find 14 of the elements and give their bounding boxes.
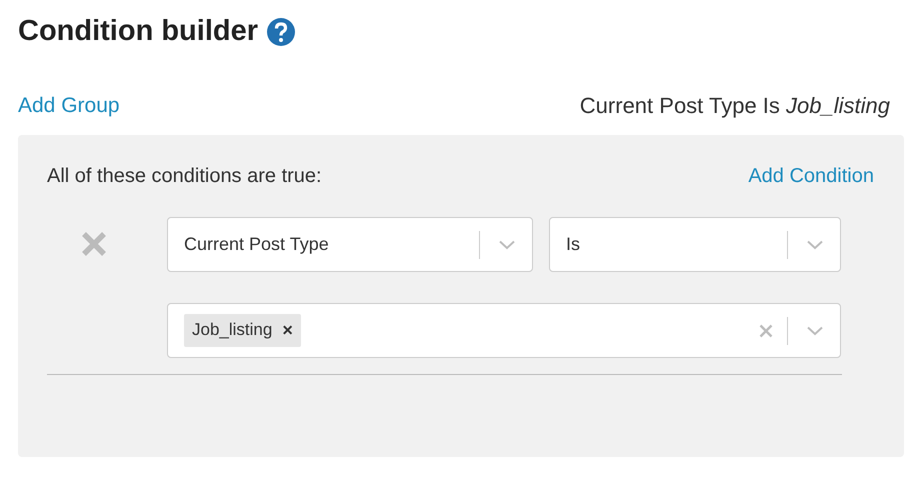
clear-icon[interactable]	[759, 324, 773, 338]
chevron-down-icon[interactable]	[806, 240, 824, 250]
field-select[interactable]: Current Post Type	[167, 217, 533, 272]
condition-summary: Current Post Type Is Job_listing	[580, 93, 890, 119]
value-tag: Job_listing ×	[184, 314, 301, 347]
value-select[interactable]: Job_listing ×	[167, 303, 841, 358]
page-title: Condition builder	[18, 15, 258, 48]
help-icon[interactable]	[266, 16, 296, 46]
operator-select[interactable]: Is	[549, 217, 841, 272]
group-heading: All of these conditions are true:	[47, 165, 322, 188]
remove-icon[interactable]	[81, 231, 107, 257]
chevron-down-icon[interactable]	[806, 326, 824, 336]
chevron-down-icon[interactable]	[498, 240, 516, 250]
add-group-link[interactable]: Add Group	[18, 94, 120, 118]
